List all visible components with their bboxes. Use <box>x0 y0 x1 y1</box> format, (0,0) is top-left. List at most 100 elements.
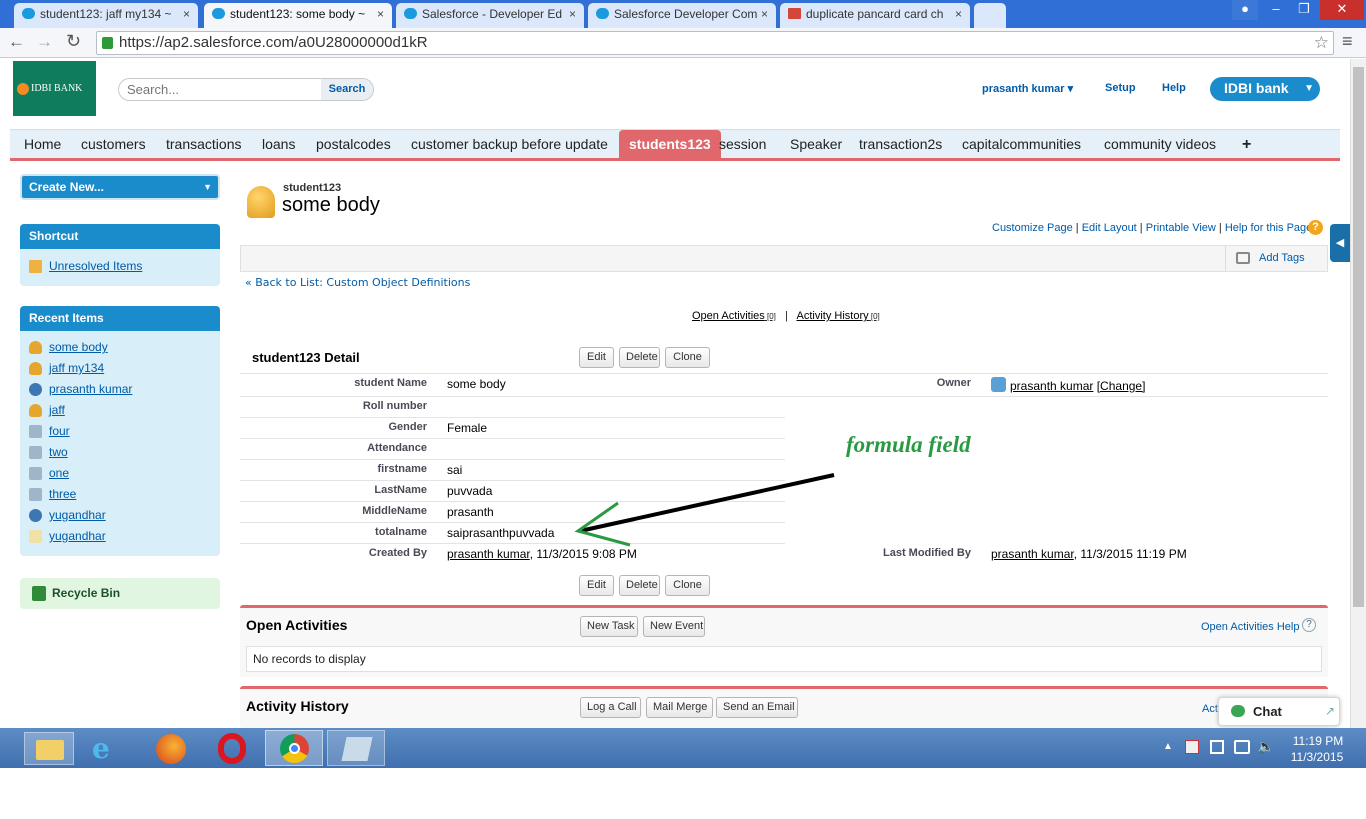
clone-button[interactable]: Clone <box>665 575 710 596</box>
scrollbar-thumb[interactable] <box>1353 67 1364 607</box>
nav-tab[interactable]: loans <box>252 130 305 159</box>
clock-time[interactable]: 11:19 PM <box>1292 734 1344 748</box>
recent-item[interactable]: jaff <box>29 403 65 417</box>
star-icon[interactable]: ☆ <box>1314 32 1329 54</box>
firefox-icon[interactable] <box>156 734 186 764</box>
help-page-link[interactable]: Help for this Page <box>1225 222 1312 234</box>
modified-by-link[interactable]: prasanth kumar <box>991 547 1074 561</box>
related-list-links: Open Activities [0] | Activity History [… <box>692 310 880 322</box>
nav-tab[interactable]: transaction2s <box>849 130 952 159</box>
mail-merge-button[interactable]: Mail Merge <box>646 697 713 718</box>
search-box: Search <box>118 78 374 101</box>
nav-tab[interactable]: customers <box>71 130 156 159</box>
recent-item[interactable]: one <box>29 466 69 480</box>
log-call-button[interactable]: Log a Call <box>580 697 641 718</box>
close-tab-icon[interactable]: × <box>377 3 384 25</box>
chrome-taskbar-button[interactable] <box>265 730 323 766</box>
help-icon[interactable]: ? <box>1308 220 1323 235</box>
chat-widget[interactable]: Chat ↗ <box>1218 697 1340 726</box>
app-switcher[interactable]: IDBI bank ▼ <box>1210 77 1320 101</box>
collapse-panel-icon[interactable]: ◀ <box>1330 224 1350 262</box>
close-tab-icon[interactable]: × <box>955 3 962 25</box>
expand-icon[interactable]: ↗ <box>1325 704 1335 718</box>
ie-icon[interactable]: e <box>92 732 110 765</box>
nav-tab[interactable]: transactions <box>156 130 251 159</box>
printable-view-link[interactable]: Printable View <box>1146 222 1216 234</box>
unresolved-items-link[interactable]: Unresolved Items <box>29 259 142 273</box>
edit-button[interactable]: Edit <box>579 347 614 368</box>
clock-date[interactable]: 11/3/2015 <box>1288 750 1346 764</box>
recent-item[interactable]: three <box>29 487 76 501</box>
network-icon[interactable] <box>1234 740 1250 754</box>
explorer-taskbar-button[interactable] <box>24 732 74 765</box>
new-tab-button[interactable] <box>974 3 1006 28</box>
browser-tab-active[interactable]: student123: some body ~ × <box>204 3 392 28</box>
search-button[interactable]: Search <box>321 79 373 100</box>
open-activities-link[interactable]: Open Activities <box>692 310 765 322</box>
browser-tab[interactable]: Salesforce Developer Com × <box>588 3 776 28</box>
profile-icon[interactable]: ● <box>1232 0 1258 20</box>
all-tabs-plus[interactable]: + <box>1232 130 1261 159</box>
close-tab-icon[interactable]: × <box>761 3 768 25</box>
close-tab-icon[interactable]: × <box>183 3 190 25</box>
browser-tab[interactable]: duplicate pancard card ch × <box>780 3 970 28</box>
forward-icon[interactable]: → <box>36 32 53 52</box>
recent-item[interactable]: four <box>29 424 70 438</box>
action-center-icon[interactable] <box>1185 740 1199 754</box>
show-hidden-icons[interactable]: ▲ <box>1163 741 1173 752</box>
nav-tab[interactable]: customer backup before update <box>401 130 618 159</box>
nav-tab-selected[interactable]: students123 <box>619 130 721 159</box>
add-tags-link[interactable]: Add Tags <box>1259 252 1305 264</box>
recent-item[interactable]: yugandhar <box>29 508 106 522</box>
recent-item[interactable]: some body <box>29 340 108 354</box>
url-field[interactable]: https://ap2.salesforce.com/a0U28000000d1… <box>96 31 1334 55</box>
help-icon[interactable]: ? <box>1302 618 1316 632</box>
recent-item[interactable]: jaff my134 <box>29 361 104 375</box>
nav-tab[interactable]: session <box>709 130 776 159</box>
app-taskbar-button[interactable] <box>327 730 385 766</box>
change-owner-link[interactable]: [Change] <box>1097 379 1146 393</box>
divider <box>240 396 785 397</box>
open-activities-help-link[interactable]: Open Activities Help <box>1201 621 1299 633</box>
delete-button[interactable]: Delete <box>619 575 660 596</box>
activity-history-link[interactable]: Activity History <box>797 310 869 322</box>
nav-tab[interactable]: capitalcommunities <box>952 130 1091 159</box>
page-scrollbar[interactable] <box>1350 59 1366 728</box>
opera-icon[interactable] <box>218 733 246 764</box>
new-event-button[interactable]: New Event <box>643 616 705 637</box>
setup-link[interactable]: Setup <box>1105 82 1136 94</box>
edit-button[interactable]: Edit <box>579 575 614 596</box>
menu-icon[interactable]: ≡ <box>1342 31 1353 52</box>
recent-item[interactable]: prasanth kumar <box>29 382 132 396</box>
owner-link[interactable]: prasanth kumar <box>1010 379 1093 393</box>
recent-item[interactable]: two <box>29 445 68 459</box>
delete-button[interactable]: Delete <box>619 347 660 368</box>
user-menu[interactable]: prasanth kumar ▾ <box>982 82 1073 95</box>
nav-tab[interactable]: community videos <box>1094 130 1226 159</box>
recycle-bin[interactable]: Recycle Bin <box>20 578 220 609</box>
send-email-button[interactable]: Send an Email <box>716 697 798 718</box>
back-icon[interactable]: ← <box>8 32 25 52</box>
clone-button[interactable]: Clone <box>665 347 710 368</box>
close-window-icon[interactable]: ✕ <box>1320 0 1364 20</box>
recent-item[interactable]: yugandhar <box>29 529 106 543</box>
nav-tab[interactable]: Home <box>14 130 71 159</box>
reload-icon[interactable]: ↻ <box>66 31 81 52</box>
help-link[interactable]: Help <box>1162 82 1186 94</box>
close-tab-icon[interactable]: × <box>569 3 576 25</box>
edit-layout-link[interactable]: Edit Layout <box>1082 222 1137 234</box>
minimize-icon[interactable]: – <box>1262 0 1290 20</box>
device-icon[interactable] <box>1210 740 1224 754</box>
nav-tab[interactable]: Speaker <box>780 130 852 159</box>
restore-icon[interactable]: ❐ <box>1290 0 1318 20</box>
create-new-dropdown[interactable]: Create New... ▼ <box>20 174 220 200</box>
browser-tab[interactable]: Salesforce - Developer Ed × <box>396 3 584 28</box>
browser-tab[interactable]: student123: jaff my134 ~ × <box>14 3 198 28</box>
customize-page-link[interactable]: Customize Page <box>992 222 1073 234</box>
search-input[interactable] <box>127 81 317 98</box>
back-to-list-link[interactable]: « Back to List: Custom Object Definition… <box>245 276 470 289</box>
nav-tab[interactable]: postalcodes <box>306 130 401 159</box>
new-task-button[interactable]: New Task <box>580 616 638 637</box>
created-by-link[interactable]: prasanth kumar <box>447 547 530 561</box>
volume-icon[interactable]: 🔈 <box>1257 738 1274 755</box>
